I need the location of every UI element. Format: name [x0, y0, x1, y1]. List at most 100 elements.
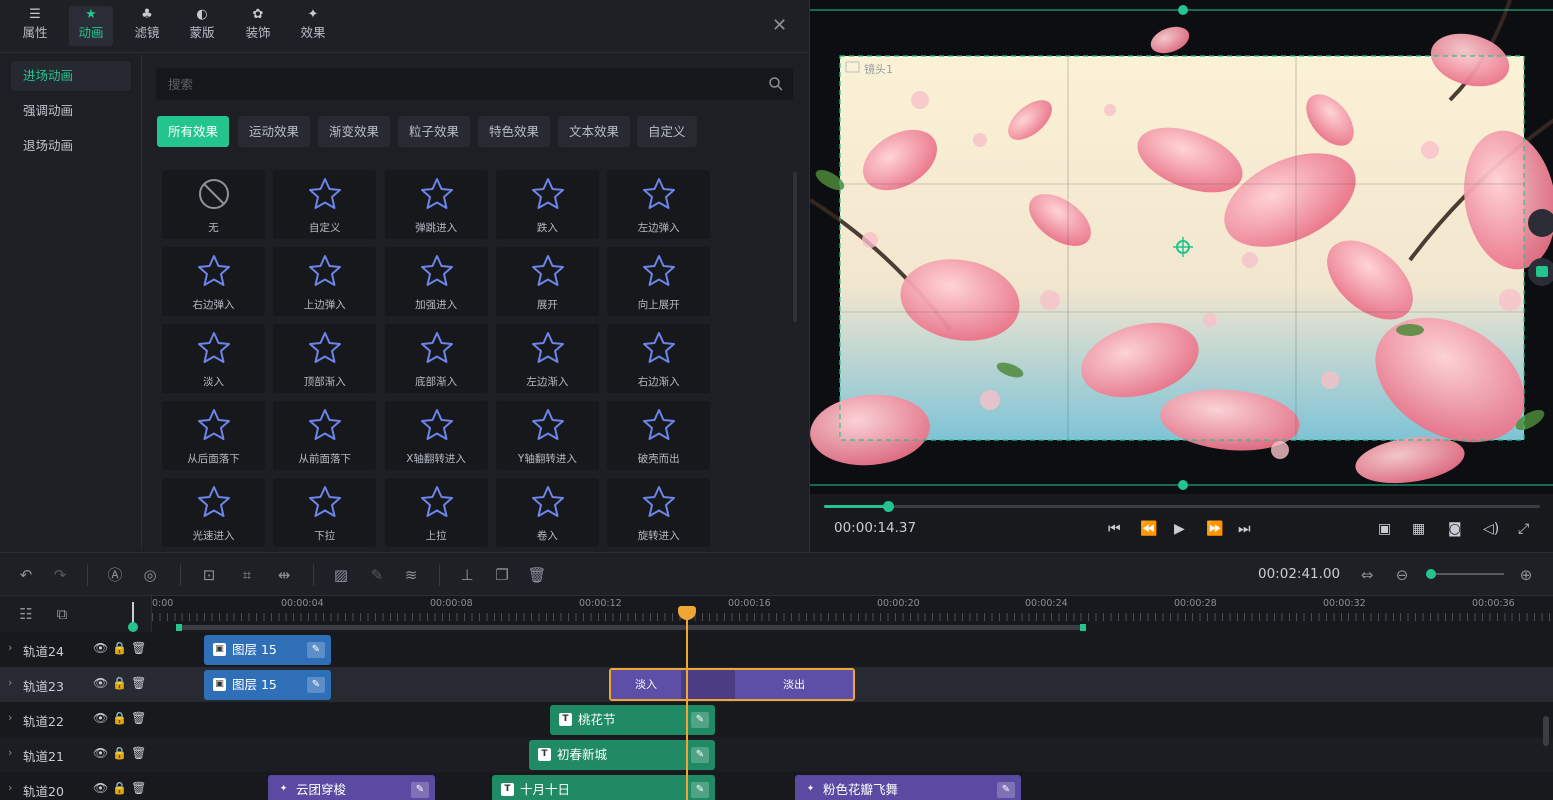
safe-frame-icon[interactable]: ▣ — [1378, 521, 1391, 537]
timeline-clip[interactable]: ▣ 图层 15 ✎ — [204, 635, 331, 665]
search-input[interactable] — [156, 68, 756, 100]
preview-canvas[interactable]: 镜头1 — [810, 0, 1553, 494]
mirror-icon[interactable]: ⇹ — [274, 565, 294, 585]
effect-item[interactable]: 底部渐入 — [384, 324, 488, 393]
search-icon[interactable] — [768, 76, 784, 92]
keyframe-icon[interactable]: ✎ — [307, 677, 325, 693]
timeline-clip[interactable]: ✦ 粉色花瓣飞舞 ✎ — [795, 775, 1021, 800]
nav-emphasis-animation[interactable]: 强调动画 — [11, 96, 131, 126]
expand-chevron-icon[interactable]: › — [8, 641, 12, 654]
effect-item[interactable]: 上拉 — [384, 478, 488, 547]
effect-item[interactable]: 右边渐入 — [607, 324, 711, 393]
close-icon[interactable]: ✕ — [772, 15, 787, 36]
effect-item[interactable]: 加强进入 — [384, 247, 488, 316]
volume-icon[interactable]: ◁) — [1483, 521, 1499, 537]
snapshot-icon[interactable]: ◙ — [1448, 521, 1462, 537]
track-controls[interactable]: 👁🔒🗑 — [93, 781, 150, 795]
work-area-end[interactable] — [1080, 624, 1086, 631]
step-forward-icon[interactable]: ⏩ — [1206, 521, 1223, 537]
chip-text-effects[interactable]: 文本效果 — [558, 116, 631, 147]
chip-custom[interactable]: 自定义 — [637, 116, 697, 147]
tab-decoration[interactable]: ✿ 装饰 — [236, 6, 280, 46]
effect-item[interactable]: 展开 — [495, 247, 599, 316]
track-controls[interactable]: 👁🔒🗑 — [93, 676, 150, 690]
timeline-clip[interactable]: T 桃花节 ✎ — [550, 705, 715, 735]
track-controls[interactable]: 👁🔒🗑 — [93, 711, 150, 725]
head-marker-dot[interactable] — [128, 622, 138, 632]
tab-filter[interactable]: ♣ 滤镜 — [125, 6, 169, 46]
effect-item[interactable]: 左边渐入 — [495, 324, 599, 393]
effect-item[interactable]: 旋转进入 — [607, 478, 711, 547]
zoom-out-icon[interactable]: ⊖ — [1392, 565, 1412, 585]
chip-motion-effects[interactable]: 运动效果 — [238, 116, 311, 147]
track-controls[interactable]: 👁🔒🗑 — [93, 641, 150, 655]
timeline-clip[interactable]: ▣ 图层 15 ✎ — [204, 670, 331, 700]
chip-gradient-effects[interactable]: 渐变效果 — [318, 116, 391, 147]
undo-icon[interactable]: ↶ — [16, 565, 36, 585]
chip-particle-effects[interactable]: 粒子效果 — [398, 116, 471, 147]
effect-item[interactable]: 向上展开 — [607, 247, 711, 316]
effect-item[interactable]: Y轴翻转进入 — [495, 401, 599, 470]
keyframe-icon[interactable]: ✎ — [691, 782, 709, 798]
keyframe-icon[interactable]: ✎ — [997, 782, 1015, 798]
time-ruler[interactable]: 0:00 00:00:04 00:00:08 00:00:12 00:00:16… — [152, 596, 1553, 632]
crop-icon[interactable]: ⌗ — [237, 565, 257, 585]
expand-chevron-icon[interactable]: › — [8, 711, 12, 724]
effect-item[interactable]: X轴翻转进入 — [384, 401, 488, 470]
effect-item[interactable]: 淡入 — [162, 324, 265, 393]
keyframe-icon[interactable]: ✎ — [691, 712, 709, 728]
fullscreen-icon[interactable]: ⤢ — [1518, 521, 1529, 537]
grid-icon[interactable]: ▦ — [1412, 521, 1425, 537]
fade-in-segment[interactable]: 淡入 — [611, 670, 681, 699]
effect-item[interactable]: 弹跳进入 — [384, 170, 488, 239]
nav-exit-animation[interactable]: 退场动画 — [11, 131, 131, 161]
effect-item[interactable]: 从前面落下 — [273, 401, 377, 470]
expand-chevron-icon[interactable]: › — [8, 676, 12, 689]
panel-scrollbar[interactable] — [793, 172, 797, 322]
delete-icon[interactable]: 🗑 — [527, 565, 547, 585]
keyframe-icon[interactable]: ✎ — [411, 782, 429, 798]
timeline-scrollbar[interactable] — [1543, 716, 1549, 746]
effect-item[interactable]: 跌入 — [495, 170, 599, 239]
chip-all-effects[interactable]: 所有效果 — [157, 116, 230, 147]
effect-item[interactable]: 下拉 — [273, 478, 377, 547]
effect-item[interactable]: 右边弹入 — [162, 247, 265, 316]
track-settings-icon[interactable]: ☷ — [16, 604, 36, 624]
zoom-in-icon[interactable]: ⊕ — [1516, 565, 1536, 585]
step-back-icon[interactable]: ⏪ — [1140, 521, 1157, 537]
track-controls[interactable]: 👁🔒🗑 — [93, 746, 150, 760]
effect-item[interactable]: 卷入 — [495, 478, 599, 547]
selected-effect-clip[interactable]: 淡入 淡出 — [609, 668, 855, 701]
effect-item[interactable]: 顶部渐入 — [273, 324, 377, 393]
work-area-start[interactable] — [176, 624, 182, 631]
tab-mask[interactable]: ◐ 蒙版 — [180, 6, 224, 46]
timeline-clip[interactable]: ✦ 云团穿梭 ✎ — [268, 775, 435, 800]
add-track-icon[interactable]: ⧉ — [52, 604, 72, 624]
stamp-icon[interactable]: ⊥ — [457, 565, 477, 585]
zoom-handle[interactable] — [1426, 569, 1436, 579]
record-icon[interactable]: Ⓐ — [105, 565, 125, 585]
seek-handle[interactable] — [883, 501, 895, 512]
effect-item[interactable]: 左边弹入 — [607, 170, 711, 239]
timeline-clip[interactable]: T 十月十日 ✎ — [492, 775, 715, 800]
tab-effects[interactable]: ✦ 效果 — [291, 6, 335, 46]
keyframe-icon[interactable]: ✎ — [691, 747, 709, 763]
seek-bar[interactable] — [824, 501, 1540, 512]
nav-entrance-animation[interactable]: 进场动画 — [11, 61, 131, 91]
skip-start-icon[interactable]: ⏮ — [1108, 521, 1121, 537]
effect-item[interactable]: 从后面落下 — [162, 401, 265, 470]
fit-width-icon[interactable]: ⇔ — [1357, 565, 1377, 585]
tab-properties[interactable]: ☰ 属性 — [13, 6, 57, 46]
split-icon[interactable]: ⊡ — [199, 565, 219, 585]
effect-item[interactable]: 光速进入 — [162, 478, 265, 547]
effect-item[interactable]: 上边弹入 — [273, 247, 377, 316]
expand-chevron-icon[interactable]: › — [8, 746, 12, 759]
effect-item[interactable]: 无 — [162, 170, 265, 239]
copy-icon[interactable]: ❐ — [492, 565, 512, 585]
layers-icon[interactable]: ≋ — [401, 565, 421, 585]
keyframe-icon[interactable]: ✎ — [307, 642, 325, 658]
fade-out-segment[interactable]: 淡出 — [735, 670, 853, 699]
tab-animation[interactable]: ★ 动画 — [69, 6, 113, 46]
skip-end-icon[interactable]: ⏭ — [1238, 521, 1251, 537]
edit-icon[interactable]: ✎ — [367, 565, 387, 585]
